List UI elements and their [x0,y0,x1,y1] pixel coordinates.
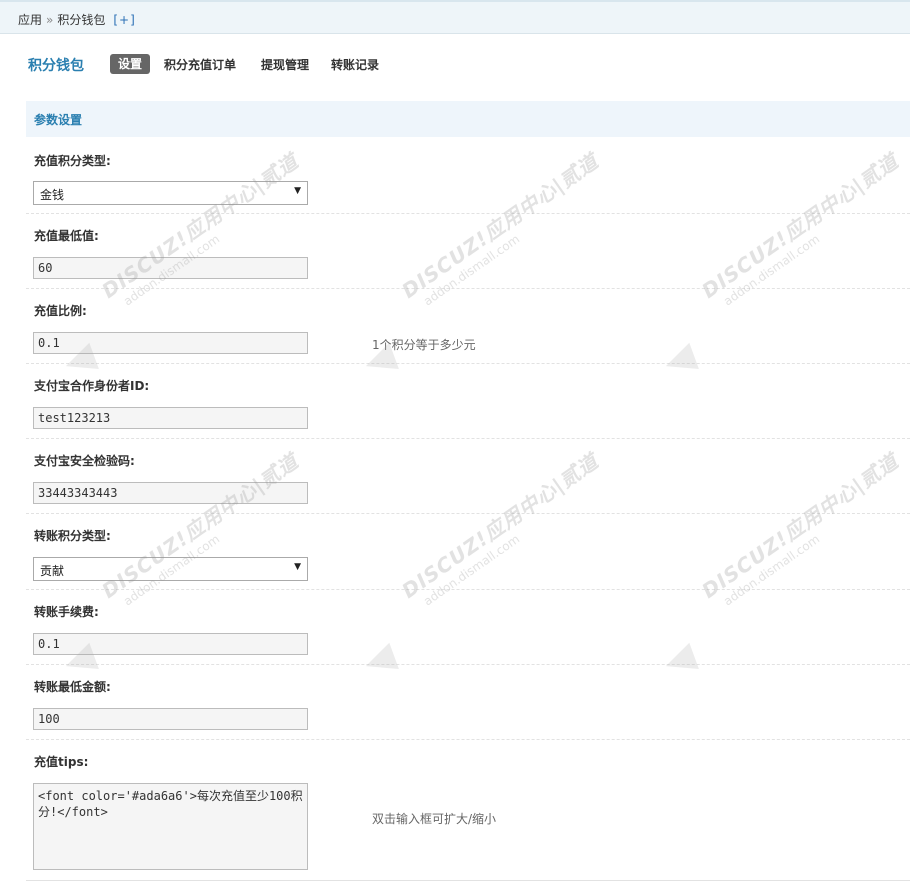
row-divider [26,513,910,514]
transfer-credit-type-select[interactable]: 贡献 ▼ [33,557,308,581]
field-label: 充值积分类型: [34,154,111,168]
tab-withdraw-management[interactable]: 提现管理 [261,56,309,73]
app-title: 积分钱包 [28,58,84,74]
row-divider [26,880,910,881]
breadcrumb-root[interactable]: 应用 [18,13,42,27]
watermark-arrow-icon [661,342,699,380]
tab-settings[interactable]: 设置 [110,54,151,74]
select-value: 金钱 [40,188,65,202]
watermark-arrow-icon [661,642,699,680]
breadcrumb: 应用 » 积分钱包 [+] [18,11,136,28]
breadcrumb-bar: 应用 » 积分钱包 [+] [0,0,910,34]
row-divider [26,363,910,364]
dropdown-arrow-icon: ▼ [294,562,301,572]
tab-transfer-records[interactable]: 转账记录 [331,56,379,73]
select-value: 贡献 [40,564,65,578]
recharge-ratio-input[interactable]: 0.1 [33,332,308,354]
field-label: 转账积分类型: [34,529,111,543]
field-label: 充值比例: [34,304,87,318]
section-title: 参数设置 [34,113,83,127]
recharge-tips-textarea[interactable]: <font color='#ada6a6'>每次充值至少100积分!</font… [33,783,308,870]
row-divider [26,589,910,590]
breadcrumb-separator: » [46,13,54,27]
watermark-logo: DISCUZ!应用中心|贰道 addon.dismall.com [661,449,910,680]
recharge-min-value-input[interactable]: 60 [33,257,308,279]
dropdown-arrow-icon: ▼ [294,186,301,196]
watermark-arrow-icon [361,642,399,680]
row-divider [26,438,910,439]
tab-recharge-orders[interactable]: 积分充值订单 [164,56,236,73]
watermark-logo: DISCUZ!应用中心|贰道 addon.dismall.com [361,449,625,680]
field-label: 支付宝合作身份者ID: [34,379,150,393]
field-label: 支付宝安全检验码: [34,454,135,468]
field-label: 充值tips: [34,755,89,769]
breadcrumb-current: 积分钱包 [57,13,106,27]
field-hint: 双击输入框可扩大/缩小 [372,812,497,826]
row-divider [26,288,910,289]
recharge-credit-type-select[interactable]: 金钱 ▼ [33,181,308,205]
section-header: 参数设置 [26,101,910,137]
field-hint: 1个积分等于多少元 [372,338,476,352]
transfer-fee-input[interactable]: 0.1 [33,633,308,655]
row-divider [26,664,910,665]
transfer-min-amount-input[interactable]: 100 [33,708,308,730]
field-label: 充值最低值: [34,229,99,243]
field-label: 转账手续费: [34,605,99,619]
add-menu-button[interactable]: [+] [113,13,135,27]
alipay-partner-id-input[interactable]: test123213 [33,407,308,429]
alipay-security-code-input[interactable]: 33443343443 [33,482,308,504]
watermark-logo: DISCUZ!应用中心|贰道 addon.dismall.com [661,149,910,380]
row-divider [26,739,910,740]
row-divider [26,213,910,214]
field-label: 转账最低金额: [34,680,111,694]
